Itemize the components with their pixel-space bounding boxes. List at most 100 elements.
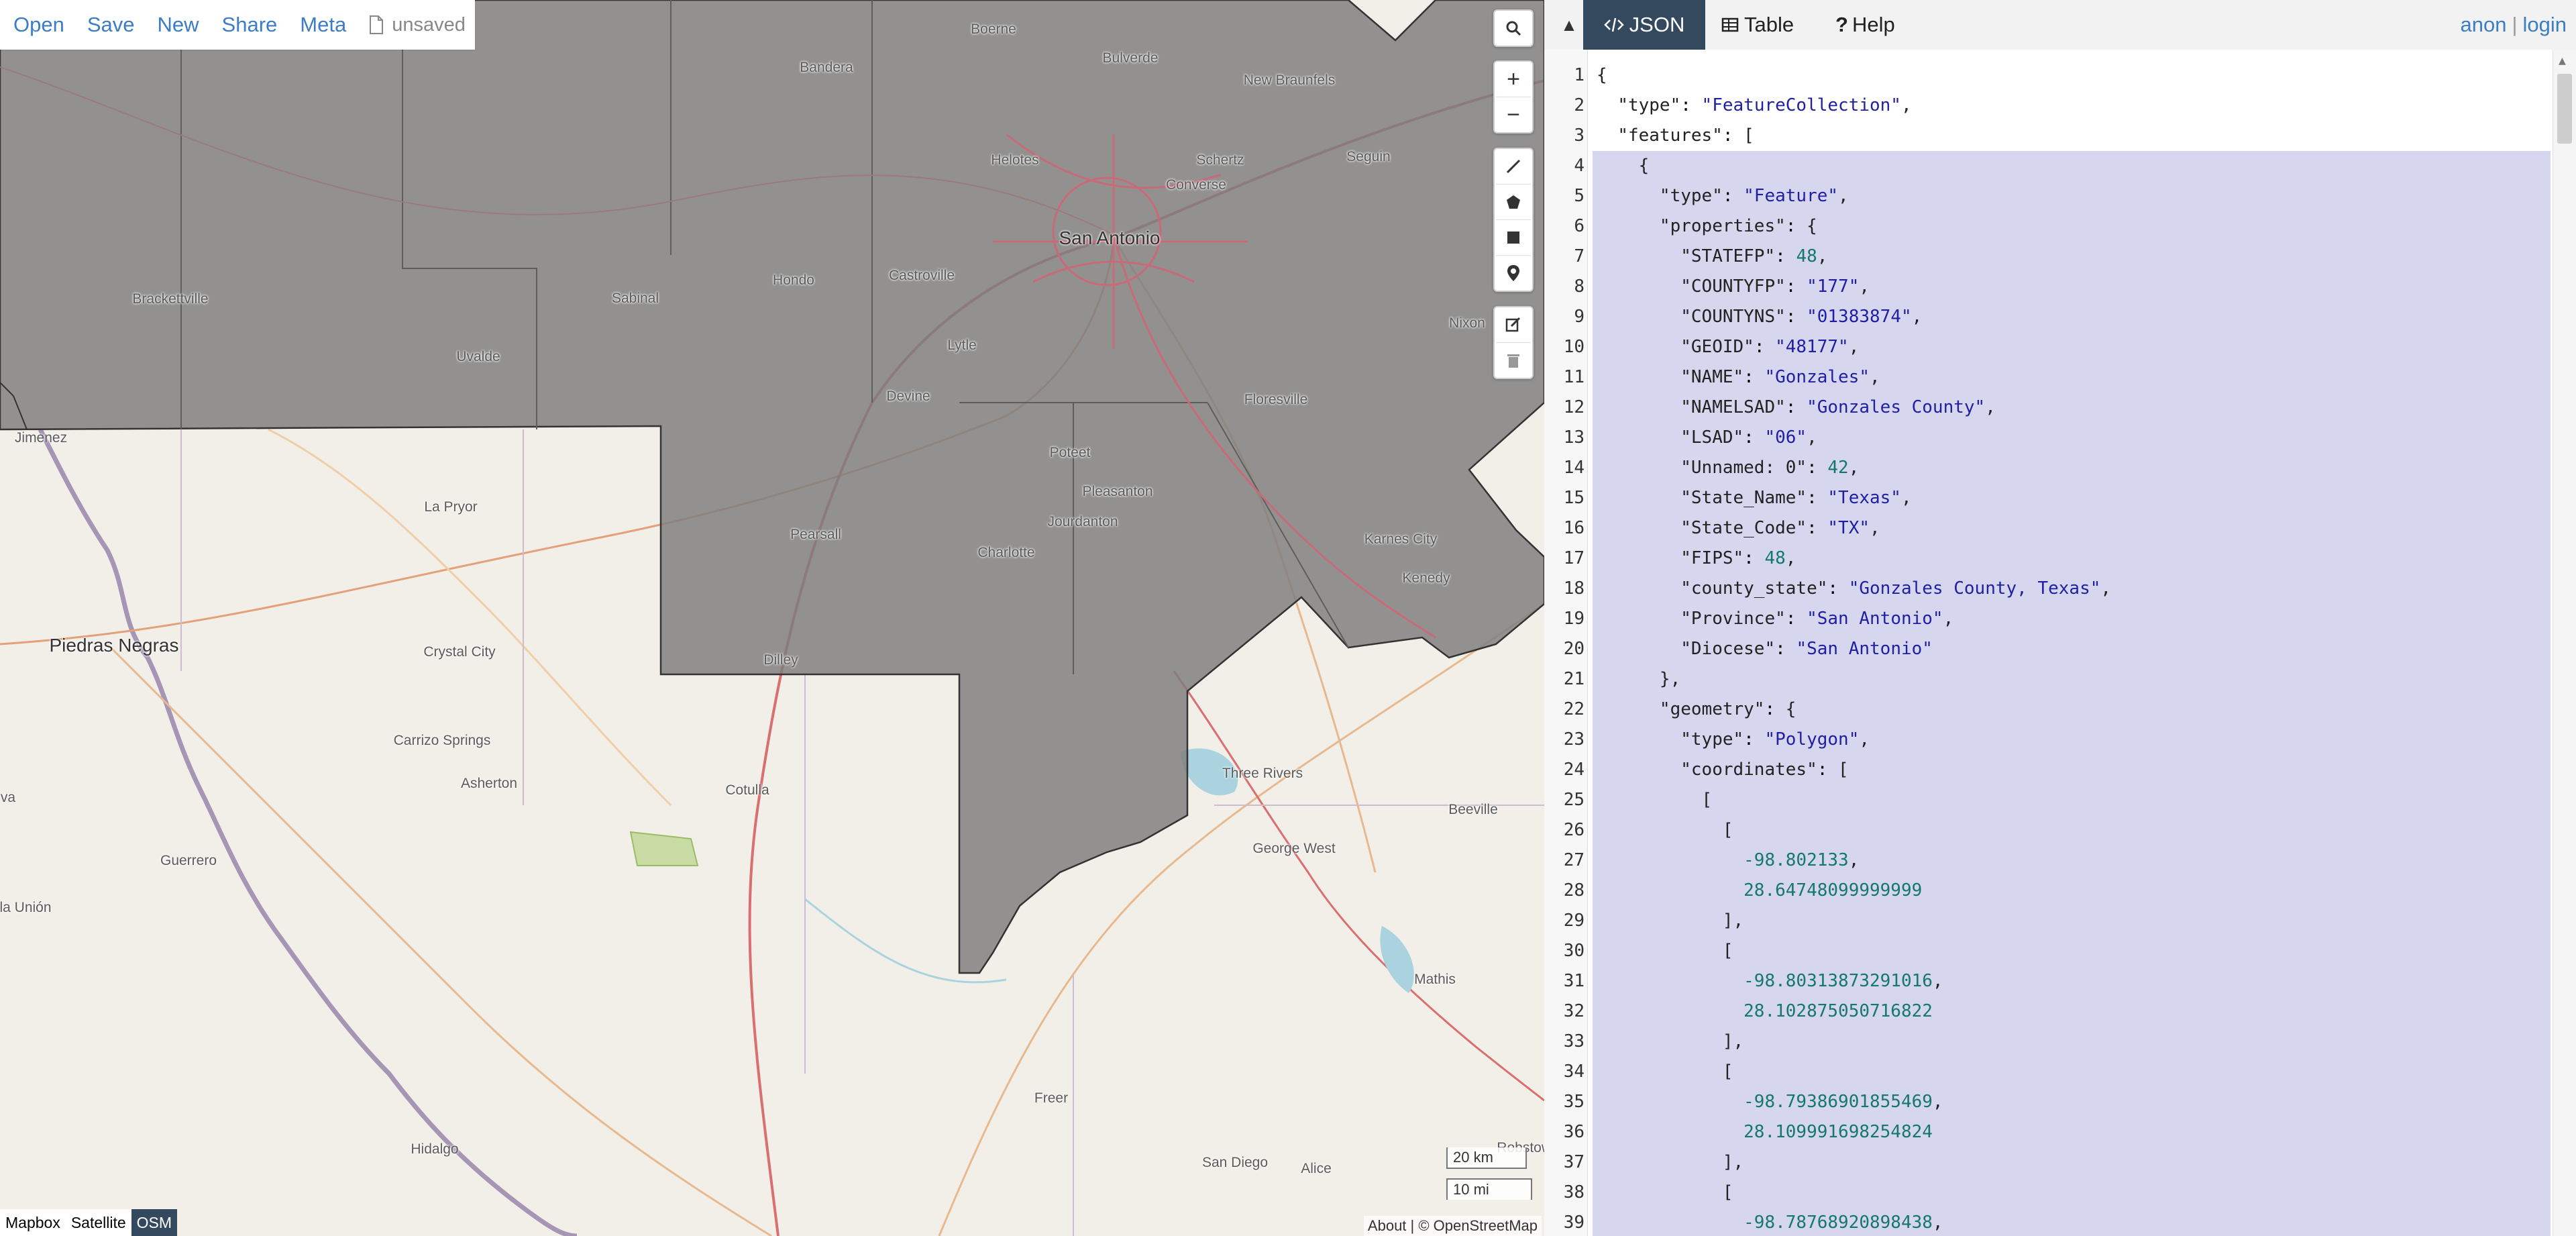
line-number: 2 [1574, 95, 1585, 115]
tab-json[interactable]: JSON [1583, 0, 1705, 50]
code-text: "FIPS": 48, [1680, 548, 1796, 568]
code-line[interactable]: 18 "county_state": "Gonzales County, Tex… [1564, 574, 2551, 604]
marker-icon [1507, 265, 1519, 281]
draw-line-button[interactable] [1496, 149, 1531, 185]
code-line[interactable]: 6 "properties": { [1574, 211, 2551, 242]
scroll-up-arrow-icon[interactable]: ▲ [2559, 54, 2566, 68]
code-line[interactable]: 16 "State_Code": "TX", [1564, 513, 2551, 544]
polygon-draw-icon [1507, 195, 1520, 209]
code-line[interactable]: 21 }, [1564, 664, 2551, 694]
draw-rectangle-button[interactable] [1496, 220, 1531, 256]
code-text: "type": "FeatureCollection", [1617, 95, 1912, 115]
open-menu[interactable]: Open [5, 13, 79, 37]
code-line[interactable]: 32 28.102875050716822 [1564, 996, 2551, 1027]
search-button[interactable] [1496, 11, 1531, 46]
map-canvas[interactable]: Boerne Bulverde New Braunfels Bandera Helote… [0, 0, 1544, 1236]
layer-mapbox[interactable]: Mapbox [0, 1209, 66, 1236]
code-line[interactable]: 29 ], [1564, 906, 2551, 936]
user-separator: | [2512, 13, 2518, 36]
json-editor[interactable]: 1{2 "type": "FeatureCollection", 3 "featu… [1544, 50, 2576, 1236]
delete-layers-button[interactable] [1496, 343, 1531, 378]
line-number: 29 [1563, 911, 1585, 931]
layer-satellite[interactable]: Satellite [65, 1209, 131, 1236]
code-line[interactable]: 34 [ [1564, 1057, 2551, 1087]
code-area[interactable]: 1{2 "type": "FeatureCollection", 3 "featu… [1564, 60, 2551, 1236]
code-line[interactable]: 8 "COUNTYFP": "177", [1574, 272, 2551, 302]
code-line[interactable]: 17 "FIPS": 48, [1564, 544, 2551, 574]
code-line[interactable]: 38 [ [1564, 1178, 2551, 1208]
code-text: 28.64748099999999 [1743, 880, 1923, 900]
code-line[interactable]: 2 "type": "FeatureCollection", [1574, 91, 2551, 121]
draw-marker-button[interactable] [1496, 256, 1531, 291]
code-line[interactable]: 5 "type": "Feature", [1574, 181, 2551, 211]
code-line[interactable]: 25 [ [1564, 785, 2551, 815]
layer-osm[interactable]: OSM [131, 1209, 178, 1236]
save-menu[interactable]: Save [79, 13, 150, 37]
edit-icon [1505, 317, 1521, 332]
code-line[interactable]: 1{ [1574, 60, 2551, 91]
line-number: 9 [1574, 307, 1585, 327]
zoom-out-button[interactable]: − [1496, 97, 1531, 132]
meta-menu[interactable]: Meta [292, 13, 361, 37]
edit-layers-button[interactable] [1496, 307, 1531, 343]
code-line[interactable]: 10 "GEOID": "48177", [1564, 332, 2551, 362]
code-line[interactable]: 33 ], [1564, 1027, 2551, 1057]
town-label: la Unión [0, 900, 52, 915]
code-line[interactable]: 26 [ [1564, 815, 2551, 845]
line-number: 28 [1563, 880, 1585, 900]
town-label: Schertz [1196, 152, 1244, 168]
draw-polygon-button[interactable] [1496, 185, 1531, 220]
town-label: Cotulla [725, 782, 769, 798]
code-line[interactable]: 28 28.64748099999999 [1564, 876, 2551, 906]
code-line[interactable]: 19 "Province": "San Antonio", [1564, 604, 2551, 634]
code-line[interactable]: 15 "State_Name": "Texas", [1564, 483, 2551, 513]
town-label: Beeville [1448, 802, 1498, 817]
code-line[interactable]: 20 "Diocese": "San Antonio" [1564, 634, 2551, 664]
code-line[interactable]: 31 -98.80313873291016, [1564, 966, 2551, 996]
zoom-in-button[interactable]: + [1496, 62, 1531, 97]
code-line[interactable]: 11 "NAME": "Gonzales", [1564, 362, 2551, 393]
code-line[interactable]: 4 { [1574, 151, 2551, 181]
code-line[interactable]: 37 ], [1564, 1147, 2551, 1178]
line-number: 22 [1563, 699, 1585, 719]
search-icon [1506, 21, 1521, 36]
code-line[interactable]: 36 28.109991698254824 [1564, 1117, 2551, 1147]
code-text: "Province": "San Antonio", [1680, 609, 1954, 629]
code-text: { [1597, 156, 1650, 176]
code-line[interactable]: 3 "features": [ [1574, 121, 2551, 151]
line-number: 1 [1574, 65, 1585, 85]
code-line[interactable]: 7 "STATEFP": 48, [1574, 242, 2551, 272]
code-line[interactable]: 30 [ [1564, 936, 2551, 966]
rectangle-draw-icon [1507, 231, 1519, 244]
code-line[interactable]: 13 "LSAD": "06", [1564, 423, 2551, 453]
map-attribution[interactable]: About | © OpenStreetMap [1363, 1216, 1542, 1236]
share-menu[interactable]: Share [214, 13, 292, 37]
line-number: 35 [1563, 1092, 1585, 1112]
town-label: Sabinal [611, 291, 659, 306]
collapse-panel-button[interactable]: ▲ [1559, 15, 1579, 35]
code-line[interactable]: 39 -98.78768920898438, [1564, 1208, 2551, 1236]
code-text: "coordinates": [ [1680, 760, 1849, 780]
code-text: "NAMELSAD": "Gonzales County", [1680, 397, 1996, 417]
tab-table[interactable]: Table [1721, 0, 1794, 50]
scrollbar-thumb[interactable] [2557, 74, 2572, 144]
new-menu[interactable]: New [150, 13, 214, 37]
tab-help[interactable]: ? Help [1835, 0, 1895, 50]
user-link[interactable]: anon [2460, 13, 2506, 37]
code-line[interactable]: 35 -98.79386901855469, [1564, 1087, 2551, 1117]
editor-scrollbar[interactable]: ▲ [2553, 50, 2576, 1236]
login-link[interactable]: login [2523, 13, 2567, 37]
code-text: "features": [ [1617, 125, 1754, 146]
code-line[interactable]: 27 -98.802133, [1564, 845, 2551, 876]
line-number: 4 [1574, 156, 1585, 176]
town-label: Charlotte [977, 545, 1035, 560]
scale-mi: 10 mi [1446, 1178, 1532, 1200]
code-line[interactable]: 24 "coordinates": [ [1564, 755, 2551, 785]
code-line[interactable]: 9 "COUNTYNS": "01383874", [1574, 302, 2551, 332]
code-line[interactable]: 23 "type": "Polygon", [1564, 725, 2551, 755]
code-line[interactable]: 12 "NAMELSAD": "Gonzales County", [1564, 393, 2551, 423]
code-line[interactable]: 14 "Unnamed: 0": 42, [1564, 453, 2551, 483]
code-line[interactable]: 22 "geometry": { [1564, 694, 2551, 725]
town-label: Jimenez [14, 430, 68, 446]
town-label: Freer [1034, 1090, 1069, 1106]
